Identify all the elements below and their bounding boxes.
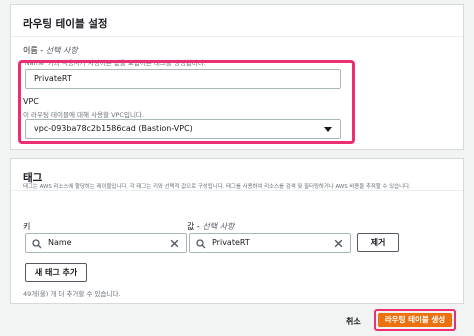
panel-header: 라우팅 테이블 설정 — [11, 5, 463, 37]
tag-value-label-text: 값 - — [187, 222, 200, 231]
tag-key-value: Name — [48, 238, 72, 247]
name-optional: 선택 사항 — [45, 46, 78, 55]
page-title: 라우팅 테이블 설정 — [23, 18, 108, 30]
tag-key-input[interactable]: Name — [25, 233, 187, 253]
name-label: 이름 - 선택 사항 — [23, 45, 78, 56]
tag-limit-text: 49개(을) 개 더 추가할 수 있습니다. — [23, 290, 121, 298]
tags-panel: 태그 태그는 AWS 리소스에 할당하는 레이블입니다. 각 태그는 키와 선택… — [10, 158, 464, 304]
clear-icon[interactable] — [333, 238, 344, 249]
highlight-box: 라우팅 테이블 생성 — [374, 309, 456, 331]
tag-value-optional: 선택 사항 — [202, 222, 235, 231]
tag-value-input[interactable]: PrivateRT — [189, 233, 351, 253]
clear-icon[interactable] — [169, 238, 180, 249]
tag-key-label: 키 — [23, 222, 31, 231]
highlight-box — [18, 60, 355, 144]
tag-value-label: 값 - 선택 사항 — [187, 221, 234, 232]
add-tag-button[interactable]: 새 태그 추가 — [25, 263, 87, 282]
cancel-button[interactable]: 취소 — [346, 316, 361, 327]
tag-value-value: PrivateRT — [212, 238, 250, 247]
search-icon — [196, 239, 206, 249]
create-route-table-button[interactable]: 라우팅 테이블 생성 — [378, 313, 452, 327]
tags-description: 태그는 AWS 리소스에 할당하는 레이블입니다. 각 태그는 키와 선택적 값… — [23, 184, 411, 190]
name-label-text: 이름 - — [23, 46, 44, 55]
remove-tag-button[interactable]: 제거 — [357, 233, 399, 252]
search-icon — [32, 239, 42, 249]
